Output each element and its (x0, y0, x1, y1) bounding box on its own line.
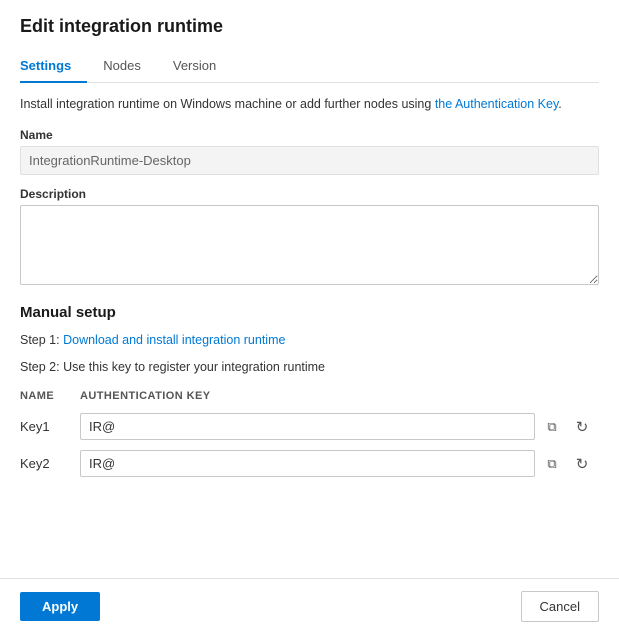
key-name-0: Key1 (20, 408, 80, 445)
refresh-icon-1 (576, 455, 589, 473)
table-row: Key2 (20, 445, 599, 482)
refresh-button-0[interactable] (569, 414, 595, 440)
name-input (20, 146, 599, 175)
col-auth-header: AUTHENTICATION KEY (80, 384, 599, 408)
auth-key-link[interactable]: the Authentication Key (435, 97, 558, 111)
tab-bar: Settings Nodes Version (20, 49, 599, 83)
copy-button-1[interactable] (539, 451, 565, 477)
tab-nodes[interactable]: Nodes (103, 50, 157, 83)
key-name-1: Key2 (20, 445, 80, 482)
table-row: Key1 (20, 408, 599, 445)
footer: Apply Cancel (0, 578, 619, 634)
copy-icon-1 (547, 455, 556, 472)
col-name-header: NAME (20, 384, 80, 408)
info-text-before: Install integration runtime on Windows m… (20, 97, 435, 111)
refresh-button-1[interactable] (569, 451, 595, 477)
name-label: Name (20, 128, 599, 142)
key-cell-0 (80, 408, 599, 445)
refresh-icon-0 (576, 418, 589, 436)
info-text-after: . (558, 97, 561, 111)
apply-button[interactable]: Apply (20, 592, 100, 621)
step1-text: Step 1: Download and install integration… (20, 331, 599, 350)
cancel-button[interactable]: Cancel (521, 591, 599, 622)
tab-settings[interactable]: Settings (20, 50, 87, 83)
step2-text: Step 2: Use this key to register your in… (20, 358, 599, 377)
key-cell-1 (80, 445, 599, 482)
page-title: Edit integration runtime (20, 16, 599, 37)
copy-icon-0 (547, 418, 556, 435)
description-textarea[interactable] (20, 205, 599, 285)
step2-prefix: Step 2: (20, 360, 63, 374)
step1-prefix: Step 1: (20, 333, 63, 347)
keys-table: NAME AUTHENTICATION KEY Key1 Key2 (20, 384, 599, 482)
copy-button-0[interactable] (539, 414, 565, 440)
description-label: Description (20, 187, 599, 201)
key-input-1[interactable] (80, 450, 535, 477)
tab-version[interactable]: Version (173, 50, 232, 83)
manual-setup-title: Manual setup (20, 304, 599, 321)
download-link[interactable]: Download and install integration runtime (63, 333, 285, 347)
key-input-0[interactable] (80, 413, 535, 440)
step2-description: Use this key to register your integratio… (63, 360, 325, 374)
info-text: Install integration runtime on Windows m… (20, 95, 599, 114)
